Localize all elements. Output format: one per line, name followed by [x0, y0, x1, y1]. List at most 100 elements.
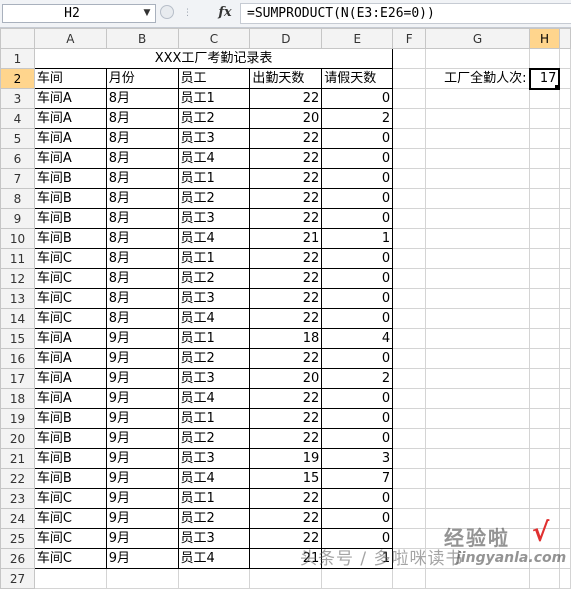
empty-cell[interactable]: [425, 428, 530, 449]
empty-cell[interactable]: [558, 68, 571, 89]
header-cell[interactable]: 月份: [105, 68, 179, 89]
data-cell[interactable]: 员工4: [177, 148, 251, 169]
row-header[interactable]: 2: [0, 68, 35, 89]
data-cell[interactable]: 车间A: [33, 388, 107, 409]
data-cell[interactable]: 0: [321, 348, 394, 369]
empty-cell[interactable]: [529, 128, 560, 149]
empty-cell[interactable]: [425, 348, 530, 369]
chevron-down-icon[interactable]: ▼: [141, 5, 153, 22]
empty-cell[interactable]: [529, 288, 560, 309]
data-cell[interactable]: 车间C: [33, 488, 107, 509]
empty-cell[interactable]: [529, 188, 560, 209]
empty-cell[interactable]: [558, 308, 571, 329]
empty-cell[interactable]: [558, 328, 571, 349]
empty-cell[interactable]: [558, 188, 571, 209]
data-cell[interactable]: 8月: [105, 188, 179, 209]
empty-cell[interactable]: [425, 328, 530, 349]
empty-cell[interactable]: [392, 68, 427, 89]
row-header[interactable]: 20: [0, 428, 35, 449]
empty-cell[interactable]: [425, 288, 530, 309]
empty-cell[interactable]: [392, 468, 427, 489]
data-cell[interactable]: 9月: [105, 448, 179, 469]
data-cell[interactable]: 8月: [105, 268, 179, 289]
data-cell[interactable]: 9月: [105, 468, 179, 489]
empty-cell[interactable]: [558, 128, 571, 149]
data-cell[interactable]: 车间B: [33, 448, 107, 469]
header-cell[interactable]: 请假天数: [321, 68, 394, 89]
empty-cell[interactable]: [529, 328, 560, 349]
data-cell[interactable]: 0: [321, 268, 394, 289]
data-cell[interactable]: 0: [321, 168, 394, 189]
empty-cell[interactable]: [177, 568, 251, 589]
data-cell[interactable]: 8月: [105, 248, 179, 269]
data-cell[interactable]: 22: [249, 168, 323, 189]
header-cell[interactable]: 员工: [177, 68, 251, 89]
empty-cell[interactable]: [392, 328, 427, 349]
data-cell[interactable]: 22: [249, 488, 323, 509]
data-cell[interactable]: 员工4: [177, 548, 251, 569]
empty-cell[interactable]: [529, 468, 560, 489]
data-cell[interactable]: 车间C: [33, 548, 107, 569]
row-header[interactable]: 21: [0, 448, 35, 469]
empty-cell[interactable]: [558, 268, 571, 289]
data-cell[interactable]: 22: [249, 508, 323, 529]
empty-cell[interactable]: [249, 568, 323, 589]
data-cell[interactable]: 22: [249, 88, 323, 109]
data-cell[interactable]: 员工4: [177, 228, 251, 249]
data-cell[interactable]: 22: [249, 188, 323, 209]
full-attendance-label[interactable]: 工厂全勤人次:: [425, 68, 530, 89]
row-header[interactable]: 9: [0, 208, 35, 229]
empty-cell[interactable]: [558, 248, 571, 269]
data-cell[interactable]: 员工1: [177, 328, 251, 349]
data-cell[interactable]: 员工2: [177, 508, 251, 529]
data-cell[interactable]: 9月: [105, 348, 179, 369]
empty-cell[interactable]: [425, 488, 530, 509]
empty-cell[interactable]: [529, 428, 560, 449]
column-header-g[interactable]: G: [425, 28, 530, 49]
row-header[interactable]: 5: [0, 128, 35, 149]
row-header[interactable]: 6: [0, 148, 35, 169]
formula-input[interactable]: =SUMPRODUCT(N(E3:E26=0)): [240, 3, 571, 24]
data-cell[interactable]: 车间B: [33, 168, 107, 189]
data-cell[interactable]: 员工2: [177, 188, 251, 209]
insert-function-button[interactable]: fx: [214, 3, 236, 23]
empty-cell[interactable]: [392, 348, 427, 369]
empty-cell[interactable]: [529, 48, 560, 69]
empty-cell[interactable]: [392, 508, 427, 529]
empty-cell[interactable]: [558, 408, 571, 429]
data-cell[interactable]: 员工3: [177, 368, 251, 389]
empty-cell[interactable]: [392, 488, 427, 509]
empty-cell[interactable]: [392, 288, 427, 309]
empty-cell[interactable]: [425, 128, 530, 149]
data-cell[interactable]: 车间A: [33, 148, 107, 169]
column-header-a[interactable]: A: [33, 28, 107, 49]
data-cell[interactable]: 15: [249, 468, 323, 489]
data-cell[interactable]: 员工2: [177, 348, 251, 369]
data-cell[interactable]: 9月: [105, 408, 179, 429]
empty-cell[interactable]: [529, 248, 560, 269]
empty-cell[interactable]: [392, 148, 427, 169]
empty-cell[interactable]: [392, 228, 427, 249]
data-cell[interactable]: 22: [249, 288, 323, 309]
data-cell[interactable]: 18: [249, 328, 323, 349]
data-cell[interactable]: 员工4: [177, 388, 251, 409]
data-cell[interactable]: 22: [249, 308, 323, 329]
column-header-c[interactable]: C: [177, 28, 251, 49]
data-cell[interactable]: 0: [321, 508, 394, 529]
empty-cell[interactable]: [425, 208, 530, 229]
empty-cell[interactable]: [392, 268, 427, 289]
data-cell[interactable]: 22: [249, 268, 323, 289]
data-cell[interactable]: 0: [321, 248, 394, 269]
empty-cell[interactable]: [425, 268, 530, 289]
empty-cell[interactable]: [529, 408, 560, 429]
row-header[interactable]: 10: [0, 228, 35, 249]
data-cell[interactable]: 员工2: [177, 268, 251, 289]
data-cell[interactable]: 车间B: [33, 188, 107, 209]
data-cell[interactable]: 9月: [105, 368, 179, 389]
column-header-f[interactable]: F: [392, 28, 427, 49]
empty-cell[interactable]: [392, 308, 427, 329]
empty-cell[interactable]: [529, 148, 560, 169]
data-cell[interactable]: 车间C: [33, 528, 107, 549]
data-cell[interactable]: 4: [321, 328, 394, 349]
column-header-next[interactable]: [558, 28, 571, 49]
